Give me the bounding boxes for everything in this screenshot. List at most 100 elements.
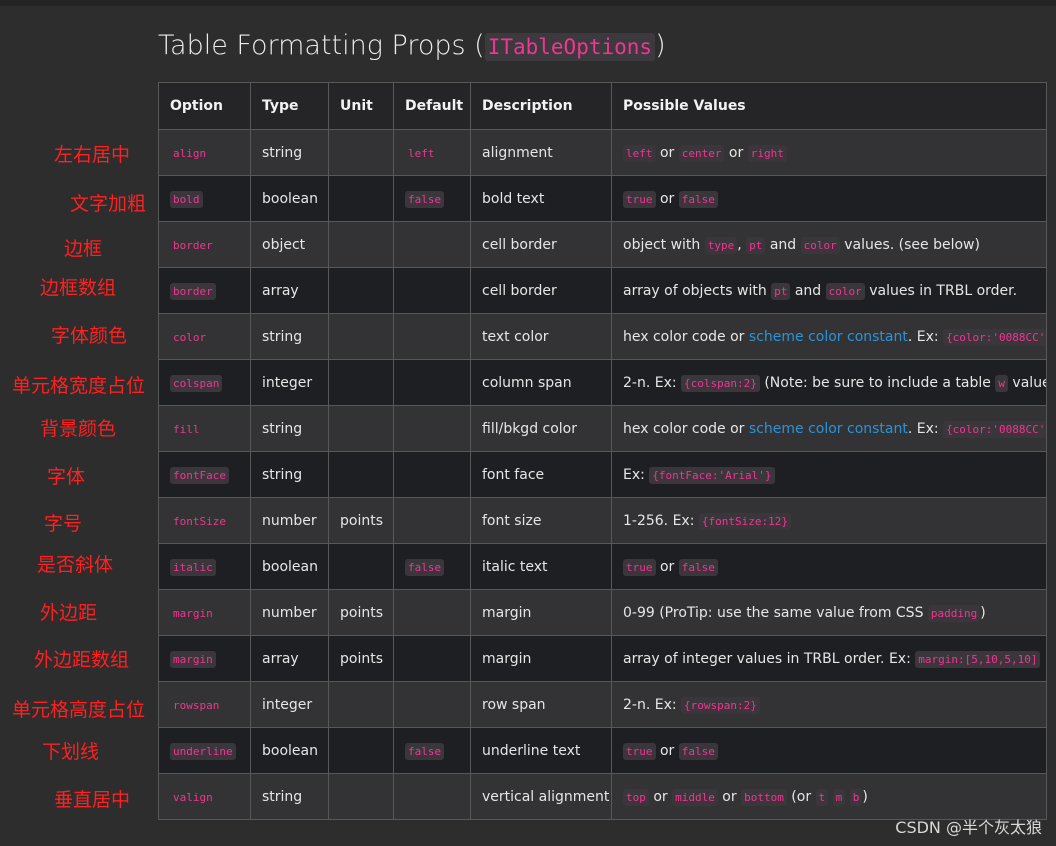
header-option: Option: [158, 82, 251, 130]
cell-description: margin: [470, 589, 612, 636]
cell-default-code: false: [405, 742, 445, 760]
cell-description: font face: [470, 451, 612, 498]
cell-default: [393, 221, 471, 268]
cell-type: string: [250, 773, 329, 820]
cell-possible-values: Ex: {fontFace:'Arial'}: [611, 451, 1047, 498]
value-code: color: [800, 236, 840, 254]
annotation-label: 单元格高度占位: [12, 699, 146, 721]
value-code: type: [704, 236, 738, 254]
value-code: m: [832, 788, 846, 806]
cell-option: color: [158, 313, 251, 360]
cell-option-code: valign: [173, 790, 213, 804]
value-code: true: [623, 742, 656, 760]
value-text: or: [655, 190, 679, 207]
title-text: Table Formatting Props (: [158, 30, 485, 61]
cell-possible-values: 1-256. Ex: {fontSize:12}: [611, 497, 1047, 544]
cell-option: valign: [158, 773, 251, 820]
title-code: ITableOptions: [484, 33, 656, 61]
table-row: valign string vertical alignment top or mid…: [158, 773, 1047, 820]
annotation-label: 文字加粗: [70, 193, 147, 215]
value-code: {color:'0088CC'}: [943, 328, 1046, 346]
value-code: pt: [746, 236, 766, 254]
cell-unit: [328, 267, 394, 314]
value-code: false: [678, 190, 718, 208]
scheme-color-link[interactable]: scheme color constant: [749, 329, 908, 345]
cell-option: border: [158, 221, 251, 268]
cell-possible-values: 2-n. Ex: {colspan:2} (Note: be sure to i…: [611, 359, 1047, 406]
value-code: top: [623, 788, 649, 806]
cell-option-code: fontSize: [173, 514, 226, 528]
cell-description: underline text: [470, 727, 612, 774]
cell-option-code: align: [173, 146, 207, 160]
annotation-label: 单元格宽度占位: [12, 375, 146, 397]
cell-option: colspan: [158, 359, 251, 406]
cell-possible-values: true or false: [611, 175, 1047, 222]
cell-type: number: [250, 589, 329, 636]
value-text: (Note: be sure to include a table: [759, 374, 996, 391]
cell-option-code: margin: [173, 606, 213, 620]
value-code: {fontSize:12}: [698, 512, 791, 530]
value-code: padding: [927, 604, 981, 622]
cell-possible-values: true or false: [611, 543, 1047, 590]
cell-option: fill: [158, 405, 251, 452]
value-code: false: [678, 742, 718, 760]
value-code: t: [815, 788, 829, 806]
value-text: values in TRBL order.: [864, 282, 1018, 299]
cell-option: border: [158, 267, 251, 314]
value-code: center: [678, 144, 725, 162]
header-unit: Unit: [328, 82, 394, 130]
cell-description: vertical alignment: [470, 773, 612, 820]
cell-type: string: [250, 451, 329, 498]
value-text: 1-256. Ex:: [623, 512, 699, 529]
scheme-color-link[interactable]: scheme color constant: [749, 421, 908, 437]
cell-type: string: [250, 313, 329, 360]
cell-option-code: italic: [170, 558, 216, 576]
cell-possible-values: array of objects with pt and color value…: [611, 267, 1047, 314]
header-description: Description: [470, 82, 612, 130]
cell-unit: [328, 221, 394, 268]
top-bar: [0, 0, 1056, 6]
value-text: . Ex:: [907, 420, 944, 437]
header-type: Type: [250, 82, 329, 130]
cell-default: false: [393, 175, 471, 222]
page-title: Table Formatting Props (ITableOptions): [158, 26, 666, 66]
cell-option: italic: [158, 543, 251, 590]
value-text: value): [1012, 374, 1045, 391]
value-code: {color:'0088CC'}: [943, 420, 1046, 438]
cell-default: left: [393, 129, 471, 176]
cell-default: false: [393, 543, 471, 590]
cell-unit: [328, 313, 394, 360]
cell-option: underline: [158, 727, 251, 774]
cell-possible-values: top or middle or bottom (or t m b): [611, 773, 1047, 820]
value-text: object with: [623, 236, 705, 253]
cell-option-code: rowspan: [173, 698, 220, 712]
cell-option: bold: [158, 175, 251, 222]
cell-default: [393, 405, 471, 452]
value-text: 2-n. Ex:: [623, 696, 682, 713]
value-code: true: [623, 558, 656, 576]
cell-type: array: [250, 635, 329, 682]
table-row: fill string fill/bkgd color hex color code …: [158, 405, 1047, 452]
cell-unit: points: [328, 635, 394, 682]
value-code: pt: [771, 282, 791, 300]
annotation-label: 字体颜色: [51, 325, 128, 347]
cell-possible-values: array of integer values in TRBL order. E…: [611, 635, 1047, 682]
cell-possible-values: left or center or right: [611, 129, 1047, 176]
cell-option: align: [158, 129, 251, 176]
value-text: hex color code or: [623, 328, 749, 345]
annotation-label: 字号: [44, 513, 83, 535]
cell-option-code: colspan: [170, 374, 223, 392]
value-code: right: [747, 144, 787, 162]
table-row: underline boolean false underline text true …: [158, 727, 1047, 774]
table-row: fontFace string font face Ex: {fontFace:'Ar…: [158, 451, 1047, 498]
cell-default: [393, 589, 471, 636]
cell-option-code: fontFace: [170, 466, 229, 484]
cell-unit: [328, 773, 394, 820]
value-text: 0-99 (ProTip: use the same value from CS…: [623, 604, 928, 621]
cell-type: object: [250, 221, 329, 268]
cell-default: [393, 359, 471, 406]
cell-description: bold text: [470, 175, 612, 222]
cell-description: alignment: [470, 129, 612, 176]
cell-default-code: false: [405, 558, 445, 576]
cell-option-code: fill: [173, 422, 200, 436]
